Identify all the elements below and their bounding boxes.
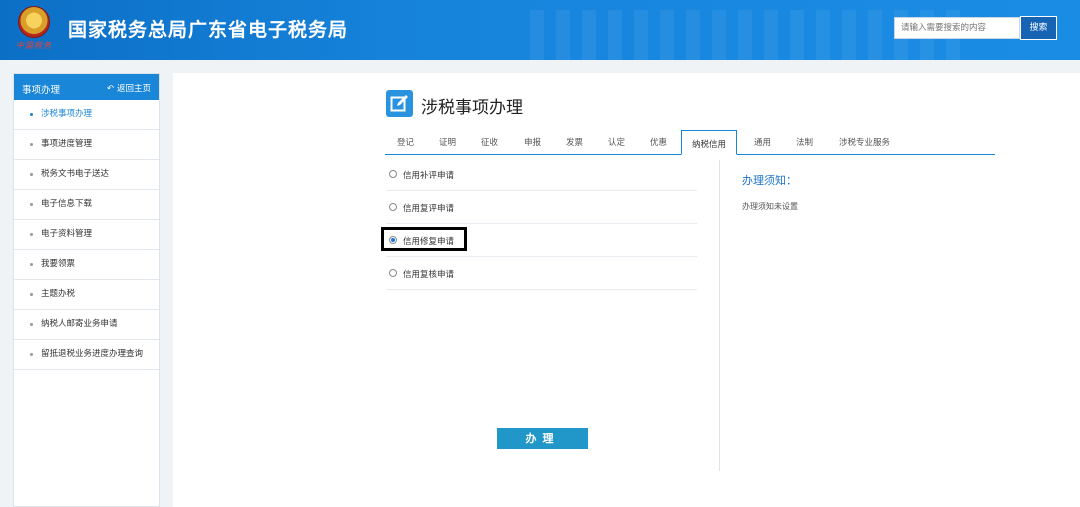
option-credit-supplement[interactable]: 信用补评申请 [386,158,697,191]
site-title: 国家税务总局广东省电子税务局 [68,19,349,41]
top-header: 中国税务 国家税务总局广东省电子税务局 搜索 [0,0,1080,60]
option-label: 信用复核申请 [403,270,455,280]
emblem-icon [18,6,50,38]
page-title: 涉税事项办理 [421,98,523,118]
emblem-script-text: 中国税务 [16,41,52,50]
reply-arrow-icon: ↶ [106,84,114,94]
tab-preferential[interactable]: 优惠 [650,136,667,148]
notice-title: 办理须知： [742,174,797,187]
sidebar-item-e-delivery[interactable]: 税务文书电子送达 [14,160,159,190]
sidebar-header: 事项办理 ↶ 返回主页 [14,74,159,100]
option-credit-repair[interactable]: 信用修复申请 [381,224,697,257]
sidebar-item-label: 税务文书电子送达 [41,169,110,179]
radio-button[interactable] [389,203,397,211]
sidebar-item-label: 事项进度管理 [41,139,93,149]
vertical-divider [719,160,720,471]
radio-button[interactable] [389,269,397,277]
bullet-icon [30,233,33,236]
tab-invoice[interactable]: 发票 [566,136,583,148]
tab-certificate[interactable]: 证明 [439,136,456,148]
search-input[interactable] [894,17,1020,39]
sidebar-title: 事项办理 [22,85,61,96]
tab-tax-credit[interactable]: 纳税信用 [681,130,738,155]
sidebar-item-label: 电子信息下载 [41,199,93,209]
sidebar-item-theme-tax[interactable]: 主题办税 [14,280,159,310]
bullet-icon [30,143,33,146]
sidebar-item-mail-service[interactable]: 纳税人邮寄业务申请 [14,310,159,340]
tab-recognition[interactable]: 认定 [608,136,625,148]
edit-icon [386,90,413,117]
sidebar-item-progress[interactable]: 事项进度管理 [14,130,159,160]
sidebar-item-refund-query[interactable]: 留抵退税业务进度办理查询 [14,340,159,370]
back-home-link[interactable]: ↶ 返回主页 [107,82,151,94]
search-button[interactable]: 搜索 [1020,16,1057,40]
category-tabs: 登记 证明 征收 申报 发票 认定 优惠 纳税信用 通用 法制 涉税专业服务 [385,130,995,155]
handle-button[interactable]: 办理 [497,428,588,449]
radio-button-checked[interactable] [389,236,397,244]
sidebar-item-e-documents[interactable]: 电子资料管理 [14,220,159,250]
tab-collection[interactable]: 征收 [481,136,498,148]
sidebar-item-tax-matters[interactable]: 涉税事项办理 [14,100,159,130]
tab-general[interactable]: 通用 [754,136,771,148]
tab-professional-service[interactable]: 涉税专业服务 [839,136,890,148]
sidebar-item-label: 留抵退税业务进度办理查询 [41,349,144,359]
sidebar-item-label: 主题办税 [41,289,76,299]
option-list: 信用补评申请 信用复评申请 信用修复申请 信用复核申请 [381,158,697,290]
sidebar-item-label: 纳税人邮寄业务申请 [41,319,118,329]
bullet-icon [30,323,33,326]
radio-button[interactable] [389,170,397,178]
sidebar: 事项办理 ↶ 返回主页 涉税事项办理 事项进度管理 税务文书电子送达 电子信息下载… [13,73,160,507]
sidebar-item-label: 我要领票 [41,259,76,269]
option-credit-reevaluation[interactable]: 信用复评申请 [386,191,697,224]
option-label: 信用复评申请 [403,204,455,214]
bullet-icon [30,293,33,296]
tax-emblem-logo: 中国税务 [12,6,56,52]
bullet-icon [30,353,33,356]
option-credit-review[interactable]: 信用复核申请 [386,257,697,290]
notice-text: 办理须知未设置 [742,202,798,211]
bullet-icon [30,113,33,116]
sidebar-item-label: 涉税事项办理 [41,109,93,119]
sidebar-item-label: 电子资料管理 [41,229,93,239]
bullet-icon [30,263,33,266]
tab-declaration[interactable]: 申报 [524,136,541,148]
main-panel: 涉税事项办理 登记 证明 征收 申报 发票 认定 优惠 纳税信用 通用 法制 涉… [173,73,1080,507]
option-label: 信用补评申请 [403,171,455,181]
tab-registration[interactable]: 登记 [397,136,414,148]
sidebar-item-info-download[interactable]: 电子信息下载 [14,190,159,220]
bullet-icon [30,203,33,206]
option-label: 信用修复申请 [403,237,455,247]
back-home-label: 返回主页 [116,84,151,94]
sidebar-item-get-invoice[interactable]: 我要领票 [14,250,159,280]
bullet-icon [30,173,33,176]
tab-legal[interactable]: 法制 [796,136,813,148]
